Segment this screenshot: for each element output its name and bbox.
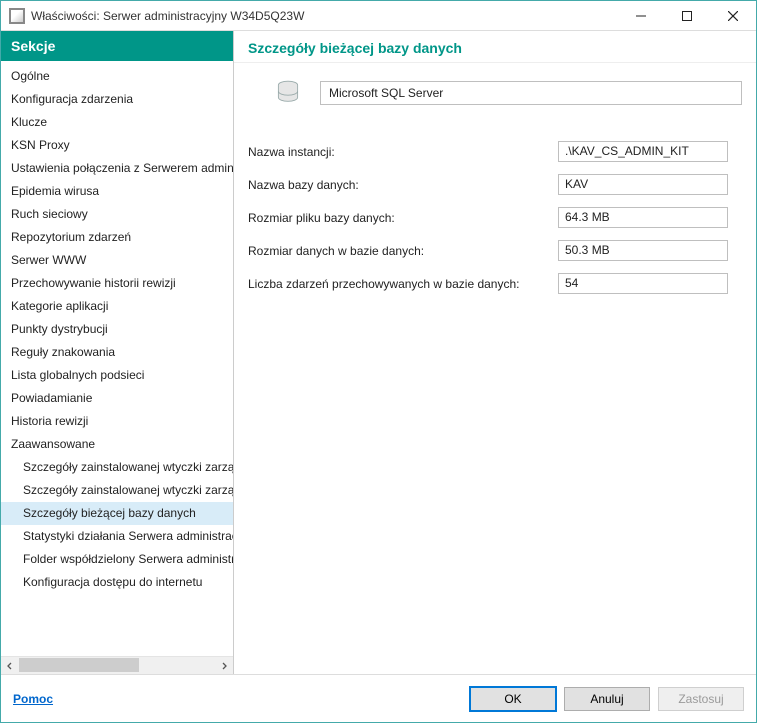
sidebar-hscrollbar[interactable] bbox=[1, 656, 233, 674]
window-buttons bbox=[618, 1, 756, 30]
db-type-row: Microsoft SQL Server bbox=[234, 63, 756, 111]
field-value: 64.3 MB bbox=[558, 207, 728, 228]
db-type-field: Microsoft SQL Server bbox=[320, 81, 742, 105]
scroll-right-arrow-icon[interactable] bbox=[215, 657, 233, 674]
sidebar-item[interactable]: Reguły znakowania bbox=[1, 341, 233, 364]
form-row: Rozmiar danych w bazie danych:50.3 MB bbox=[248, 240, 742, 261]
sidebar-item[interactable]: KSN Proxy bbox=[1, 134, 233, 157]
sidebar-item[interactable]: Powiadamianie bbox=[1, 387, 233, 410]
sidebar-item[interactable]: Przechowywanie historii rewizji bbox=[1, 272, 233, 295]
sidebar-item[interactable]: Kategorie aplikacji bbox=[1, 295, 233, 318]
field-label: Liczba zdarzeń przechowywanych w bazie d… bbox=[248, 277, 558, 291]
app-icon bbox=[9, 8, 25, 24]
sidebar-item[interactable]: Repozytorium zdarzeń bbox=[1, 226, 233, 249]
scroll-left-arrow-icon[interactable] bbox=[1, 657, 19, 674]
sidebar-item[interactable]: Szczegóły zainstalowanej wtyczki zarządz… bbox=[1, 479, 233, 502]
sidebar-item[interactable]: Punkty dystrybucji bbox=[1, 318, 233, 341]
sidebar-list: OgólneKonfiguracja zdarzeniaKluczeKSN Pr… bbox=[1, 61, 233, 656]
maximize-button[interactable] bbox=[664, 1, 710, 30]
minimize-icon bbox=[636, 11, 646, 21]
sidebar-item[interactable]: Ogólne bbox=[1, 65, 233, 88]
field-value: KAV bbox=[558, 174, 728, 195]
minimize-button[interactable] bbox=[618, 1, 664, 30]
close-button[interactable] bbox=[710, 1, 756, 30]
sidebar-item[interactable]: Ustawienia połączenia z Serwerem adminis… bbox=[1, 157, 233, 180]
maximize-icon bbox=[682, 11, 692, 21]
database-icon bbox=[274, 79, 302, 107]
titlebar: Właściwości: Serwer administracyjny W34D… bbox=[1, 1, 756, 31]
help-link[interactable]: Pomoc bbox=[13, 692, 53, 706]
sidebar-header: Sekcje bbox=[1, 31, 233, 61]
field-label: Rozmiar danych w bazie danych: bbox=[248, 244, 558, 258]
sidebar-item[interactable]: Epidemia wirusa bbox=[1, 180, 233, 203]
close-icon bbox=[728, 11, 738, 21]
sidebar-item[interactable]: Szczegóły bieżącej bazy danych bbox=[1, 502, 233, 525]
footer: Pomoc OK Anuluj Zastosuj bbox=[1, 674, 756, 722]
window-title: Właściwości: Serwer administracyjny W34D… bbox=[31, 9, 618, 23]
apply-button[interactable]: Zastosuj bbox=[658, 687, 744, 711]
form-row: Rozmiar pliku bazy danych:64.3 MB bbox=[248, 207, 742, 228]
field-value: 50.3 MB bbox=[558, 240, 728, 261]
scroll-track[interactable] bbox=[19, 657, 215, 674]
sidebar-item[interactable]: Folder współdzielony Serwera administrac… bbox=[1, 548, 233, 571]
dialog-window: Właściwości: Serwer administracyjny W34D… bbox=[0, 0, 757, 723]
sidebar-item[interactable]: Klucze bbox=[1, 111, 233, 134]
sidebar-item[interactable]: Serwer WWW bbox=[1, 249, 233, 272]
scroll-thumb[interactable] bbox=[19, 658, 139, 672]
form-row: Nazwa instancji:.\KAV_CS_ADMIN_KIT bbox=[248, 141, 742, 162]
dialog-body: Sekcje OgólneKonfiguracja zdarzeniaKlucz… bbox=[1, 31, 756, 674]
sidebar-item[interactable]: Konfiguracja zdarzenia bbox=[1, 88, 233, 111]
form-row: Liczba zdarzeń przechowywanych w bazie d… bbox=[248, 273, 742, 294]
sidebar: Sekcje OgólneKonfiguracja zdarzeniaKlucz… bbox=[1, 31, 234, 674]
field-value: .\KAV_CS_ADMIN_KIT bbox=[558, 141, 728, 162]
ok-button[interactable]: OK bbox=[470, 687, 556, 711]
cancel-button[interactable]: Anuluj bbox=[564, 687, 650, 711]
content-pane: Szczegóły bieżącej bazy danych Microsoft… bbox=[234, 31, 756, 674]
sidebar-item[interactable]: Konfiguracja dostępu do internetu bbox=[1, 571, 233, 594]
sidebar-item[interactable]: Szczegóły zainstalowanej wtyczki zarządz… bbox=[1, 456, 233, 479]
field-value: 54 bbox=[558, 273, 728, 294]
sidebar-item[interactable]: Zaawansowane bbox=[1, 433, 233, 456]
sidebar-item[interactable]: Historia rewizji bbox=[1, 410, 233, 433]
field-label: Rozmiar pliku bazy danych: bbox=[248, 211, 558, 225]
sidebar-item[interactable]: Ruch sieciowy bbox=[1, 203, 233, 226]
field-label: Nazwa instancji: bbox=[248, 145, 558, 159]
form-rows: Nazwa instancji:.\KAV_CS_ADMIN_KITNazwa … bbox=[234, 111, 756, 294]
form-row: Nazwa bazy danych:KAV bbox=[248, 174, 742, 195]
sidebar-item[interactable]: Statystyki działania Serwera administrac… bbox=[1, 525, 233, 548]
field-label: Nazwa bazy danych: bbox=[248, 178, 558, 192]
sidebar-item[interactable]: Lista globalnych podsieci bbox=[1, 364, 233, 387]
content-header: Szczegóły bieżącej bazy danych bbox=[234, 31, 756, 63]
